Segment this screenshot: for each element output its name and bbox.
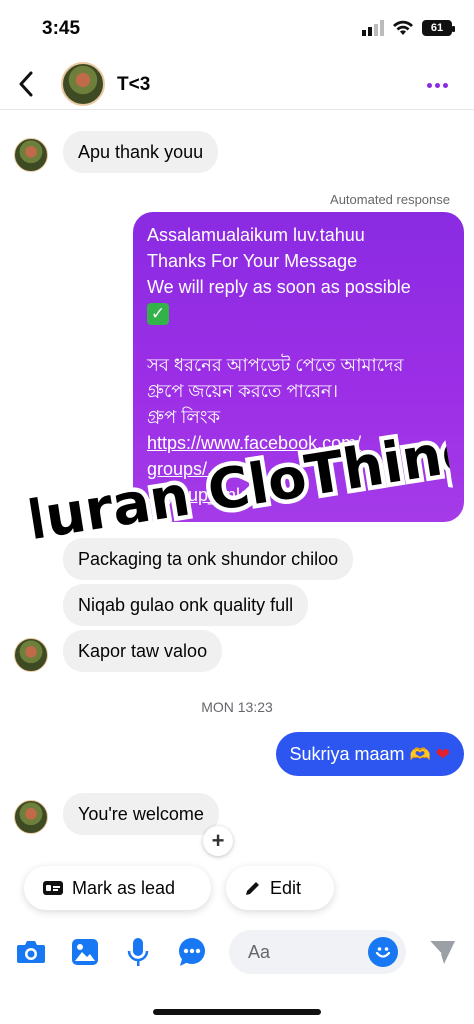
camera-icon: [17, 941, 45, 963]
chat-bubble-dots-icon: [179, 938, 205, 966]
message-sent[interactable]: Sukriya maam 🫶 ❤: [275, 732, 464, 776]
home-indicator: [153, 1009, 321, 1015]
mark-as-lead-label: Mark as lead: [72, 877, 176, 898]
auto-reply-line: Thanks For Your Message: [147, 251, 358, 271]
gallery-button[interactable]: [69, 936, 101, 968]
auto-reply-line: সব ধরনের আপডেট পেতে আমাদের: [147, 355, 404, 375]
mark-as-lead-button[interactable]: Mark as lead: [24, 866, 211, 910]
emoji-button[interactable]: [368, 937, 398, 967]
id-card-icon: [43, 881, 63, 895]
message-received[interactable]: Kapor taw valoo: [63, 630, 223, 672]
message-received[interactable]: Packaging ta onk shundor chiloo: [63, 538, 354, 580]
cellular-signal-icon: [362, 20, 384, 36]
camera-button[interactable]: [15, 936, 47, 968]
send-icon: [428, 940, 455, 964]
message-input[interactable]: Aa: [229, 930, 406, 974]
photo-gallery-icon: [72, 939, 98, 965]
auto-reply-line: We will reply as soon as possible: [147, 277, 411, 297]
contact-name[interactable]: T<3: [117, 74, 150, 96]
edit-label: Edit: [270, 877, 302, 898]
voice-message-button[interactable]: [122, 936, 154, 968]
status-time: 3:45: [42, 18, 81, 39]
auto-reply-check-line: ✓: [147, 300, 450, 326]
check-mark-icon: ✓: [147, 303, 169, 325]
more-dot: [434, 82, 440, 88]
status-bar: 3:45 61: [0, 0, 474, 60]
wifi-icon: [393, 20, 413, 35]
contact-avatar[interactable]: [61, 62, 105, 106]
message-composer: Aa: [0, 928, 474, 976]
chevron-left-icon: [19, 71, 33, 97]
send-button[interactable]: [426, 936, 458, 968]
smiley-icon: [375, 947, 391, 958]
pencil-icon: [246, 882, 259, 895]
add-reaction-button[interactable]: +: [203, 826, 233, 856]
time-separator: MON 13:23: [201, 699, 273, 715]
watermark-text: Nuran CloThing: [25, 417, 455, 557]
back-button[interactable]: [6, 62, 46, 106]
more-actions-button[interactable]: [176, 936, 208, 968]
more-options-button[interactable]: [422, 70, 452, 100]
microphone-icon: [127, 938, 149, 966]
more-dots-icon: [426, 82, 432, 88]
automated-response-label: Automated response: [330, 192, 450, 207]
more-dot: [442, 82, 448, 88]
sender-avatar[interactable]: [14, 638, 48, 672]
message-received[interactable]: You're welcome: [63, 793, 219, 835]
message-sent-text: Sukriya maam: [289, 744, 405, 764]
auto-reply-line: গ্রুপে জয়েন করতে পারেন।: [147, 381, 339, 401]
auto-reply-line: Assalamualaikum luv.tahuu: [147, 225, 365, 245]
message-input-placeholder: Aa: [248, 942, 271, 962]
heart-hands-emoji-icon: 🫶: [409, 745, 431, 764]
status-icons: 61: [362, 20, 455, 36]
sender-avatar[interactable]: [14, 138, 48, 172]
red-heart-emoji-icon: ❤: [435, 745, 450, 764]
conversation-header: T<3: [0, 60, 474, 110]
battery-icon: 61: [422, 20, 455, 36]
edit-button[interactable]: Edit: [226, 866, 334, 910]
sender-avatar[interactable]: [14, 800, 48, 834]
message-received[interactable]: Niqab gulao onk quality full: [63, 584, 309, 626]
message-received[interactable]: Apu thank youu: [63, 131, 219, 173]
